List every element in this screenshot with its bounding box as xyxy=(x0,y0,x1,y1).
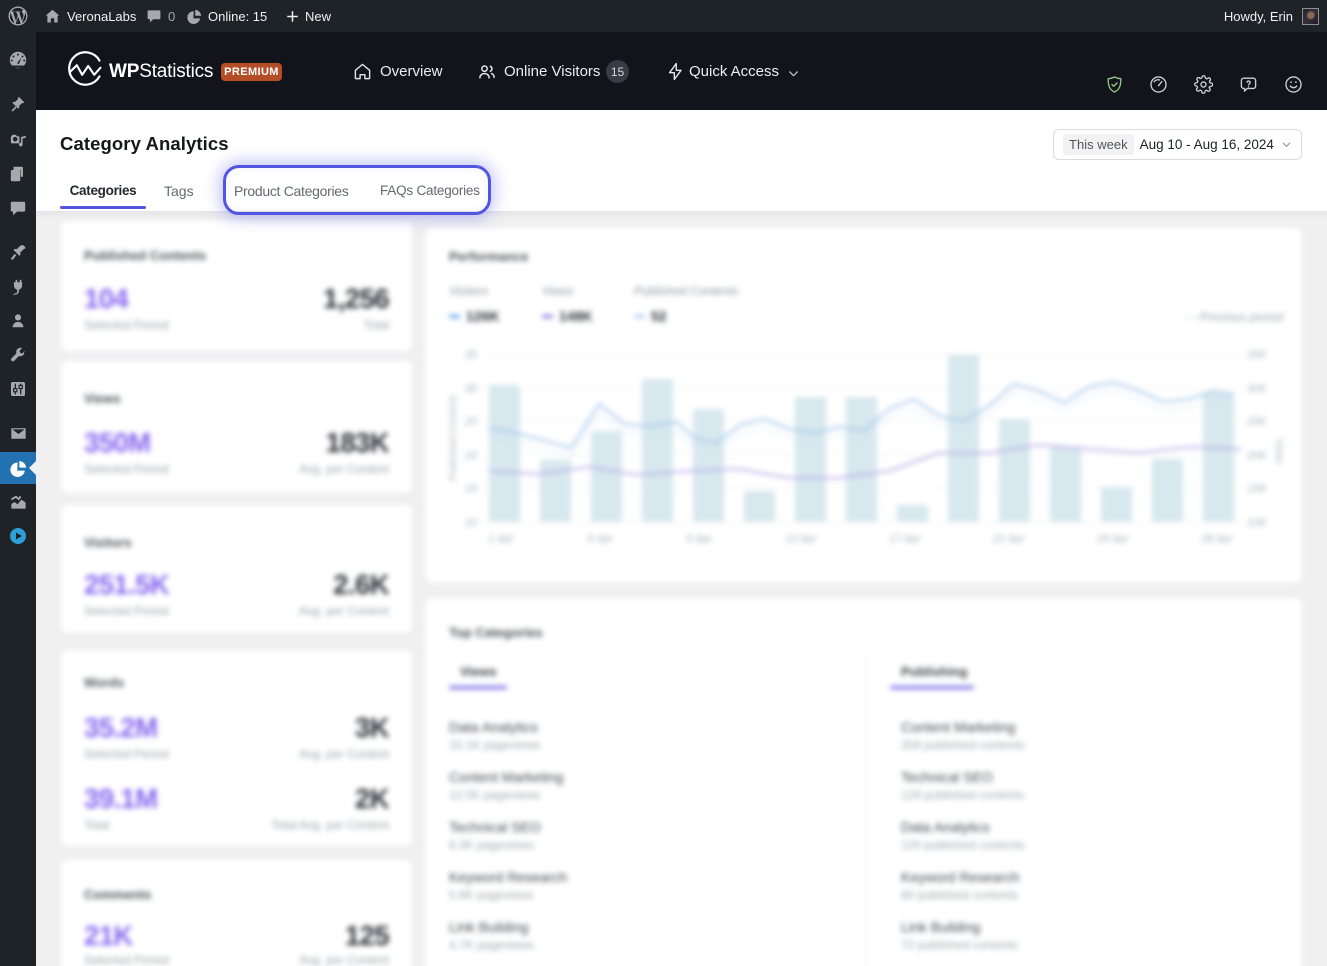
svg-text:9 Apr: 9 Apr xyxy=(686,533,713,545)
svg-text:10K: 10K xyxy=(1247,517,1267,529)
svg-text:13 Apr: 13 Apr xyxy=(785,533,818,545)
svg-text:17 Apr: 17 Apr xyxy=(889,533,922,545)
svg-text:25: 25 xyxy=(464,416,478,428)
svg-text:35: 35 xyxy=(465,349,478,361)
svg-text:Views: Views xyxy=(1273,438,1284,465)
svg-text:24 Apr: 24 Apr xyxy=(1096,533,1130,545)
svg-text:1 Apr: 1 Apr xyxy=(488,533,515,545)
svg-text:Published Contents: Published Contents xyxy=(448,395,459,482)
svg-text:15: 15 xyxy=(465,483,478,495)
svg-text:21 Apr: 21 Apr xyxy=(992,533,1026,545)
svg-text:20: 20 xyxy=(464,450,478,462)
svg-text:5 Apr: 5 Apr xyxy=(587,533,614,545)
svg-text:20K: 20K xyxy=(1246,450,1267,462)
svg-text:25K: 25K xyxy=(1246,416,1267,428)
svg-text:30K: 30K xyxy=(1247,383,1267,395)
svg-text:28 Apr: 28 Apr xyxy=(1200,533,1234,545)
svg-text:15K: 15K xyxy=(1247,483,1267,495)
svg-text:35K: 35K xyxy=(1247,349,1267,361)
svg-text:30: 30 xyxy=(465,383,478,395)
svg-text:10: 10 xyxy=(465,517,478,529)
